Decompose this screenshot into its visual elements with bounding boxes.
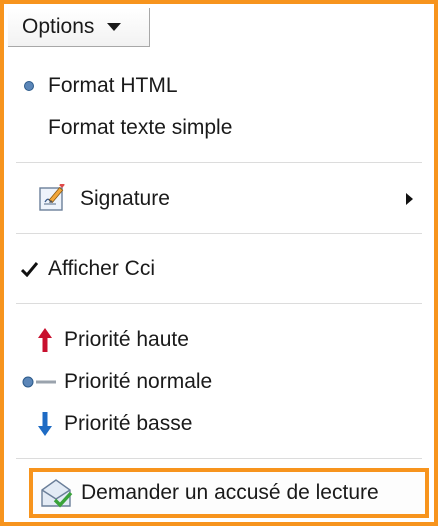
menu-item-priority-low[interactable]: Priorité basse <box>8 404 438 444</box>
normal-priority-icon <box>22 376 56 388</box>
menu-item-format-text[interactable]: Format texte simple <box>8 109 438 147</box>
menu-separator <box>16 458 422 459</box>
menu-item-signature[interactable]: Signature <box>8 179 438 219</box>
signature-pen-icon <box>39 184 65 211</box>
menu-separator <box>16 162 422 163</box>
options-button-label: Options <box>22 15 95 38</box>
menu-item-read-receipt[interactable]: Demander un accusé de lecture <box>29 468 429 518</box>
menu-item-label: Afficher Cci <box>48 257 155 280</box>
menu-separator <box>16 303 422 304</box>
menu-item-label: Priorité basse <box>64 412 193 435</box>
menu-separator <box>16 233 422 234</box>
options-menu: Format HTML Format texte simple Signatur… <box>8 47 438 526</box>
arrow-up-icon <box>38 328 52 352</box>
options-menu-frame: Options Format HTML Format texte simple … <box>0 0 438 526</box>
chevron-down-icon <box>107 23 122 31</box>
menu-item-priority-high[interactable]: Priorité haute <box>8 320 438 360</box>
chevron-right-icon <box>406 193 413 205</box>
radio-dot-icon <box>24 81 34 91</box>
menu-item-label: Format HTML <box>48 74 178 97</box>
arrow-down-icon <box>38 412 52 436</box>
checkmark-icon <box>21 262 38 277</box>
menu-item-format-html[interactable]: Format HTML <box>8 67 438 105</box>
menu-item-label: Format texte simple <box>48 116 233 139</box>
menu-item-show-bcc[interactable]: Afficher Cci <box>8 249 438 289</box>
menu-item-label: Priorité haute <box>64 328 189 351</box>
menu-item-label: Priorité normale <box>64 370 213 393</box>
options-dropdown-button[interactable]: Options <box>8 8 150 47</box>
menu-item-label: Demander un accusé de lecture <box>81 481 379 504</box>
menu-item-priority-normal[interactable]: Priorité normale <box>8 362 438 402</box>
envelope-check-icon <box>41 479 73 508</box>
menu-item-label: Signature <box>80 187 170 210</box>
